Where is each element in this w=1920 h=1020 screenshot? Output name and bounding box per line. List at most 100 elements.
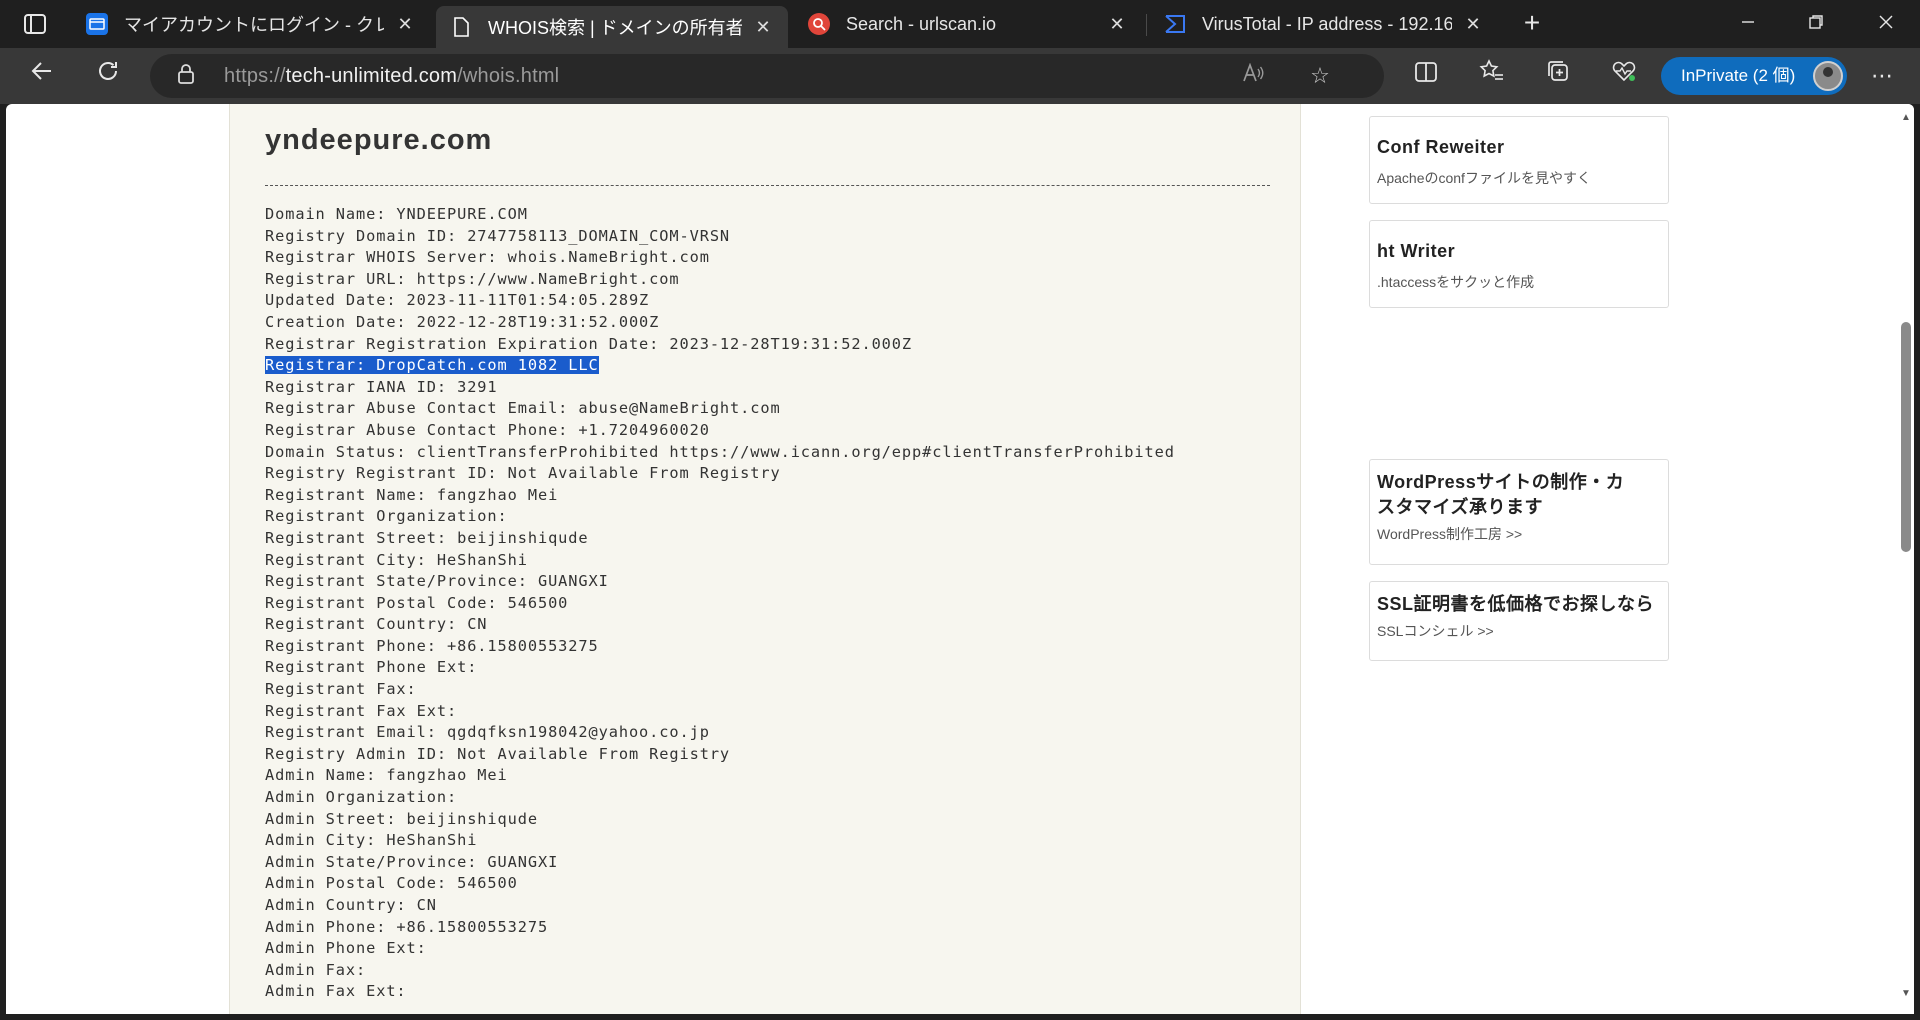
restore-icon[interactable]	[1796, 8, 1836, 40]
whois-line[interactable]: Domain Name: YNDEEPURE.COM	[265, 204, 1275, 226]
whois-line-text: Registrant Email: qgdqfksn198042@yahoo.c…	[265, 723, 710, 742]
whois-line-text: Registrant Phone Ext:	[265, 658, 478, 677]
whois-line-text: Admin City: HeShanShi	[265, 831, 478, 850]
tab-urlscan[interactable]: Search - urlscan.io ✕	[794, 6, 1142, 42]
sidebar-card-conf-reweiter[interactable]: Conf Reweiter Apacheのconfファイルを見やすく	[1369, 116, 1669, 204]
favorite-star-icon[interactable]: ☆	[1306, 62, 1334, 90]
whois-line[interactable]: Admin Organization:	[265, 787, 1275, 809]
split-screen-icon[interactable]	[1408, 58, 1444, 94]
card-title[interactable]: SSL証明書を低価格でお探しなら	[1377, 592, 1661, 617]
favorites-icon[interactable]	[1474, 58, 1510, 94]
whois-line-text: Domain Status: clientTransferProhibited …	[265, 442, 1175, 461]
back-icon[interactable]	[24, 58, 60, 94]
new-tab-icon[interactable]: +	[1516, 8, 1548, 40]
whois-line[interactable]: Updated Date: 2023-11-11T01:54:05.289Z	[265, 290, 1275, 312]
whois-line-text: Registrant Name: fangzhao Mei	[265, 485, 559, 504]
whois-line-text: Registrant Fax:	[265, 680, 417, 699]
url-text[interactable]: https://tech-unlimited.com/whois.html	[224, 65, 559, 88]
whois-line[interactable]: Registry Admin ID: Not Available From Re…	[265, 744, 1275, 766]
whois-line[interactable]: Admin Fax Ext:	[265, 981, 1275, 1003]
whois-line[interactable]: Registrant Email: qgdqfksn198042@yahoo.c…	[265, 722, 1275, 744]
inprivate-button[interactable]: InPrivate (2 個)	[1661, 57, 1847, 95]
tab-title: VirusTotal - IP address - 192.161.	[1202, 13, 1452, 34]
whois-line-text: Admin Phone: +86.15800553275	[265, 917, 549, 936]
tab-title: Search - urlscan.io	[846, 13, 997, 34]
read-aloud-icon[interactable]	[1240, 62, 1266, 89]
whois-line[interactable]: Admin Postal Code: 546500	[265, 873, 1275, 895]
tab-whois-search[interactable]: WHOIS検索 | ドメインの所有者情報 ✕	[436, 6, 788, 48]
page-title: yndeepure.com	[265, 124, 493, 156]
card-desc[interactable]: SSLコンシェル >>	[1377, 621, 1661, 641]
whois-line-text: Admin Street: beijinshiqude	[265, 809, 538, 828]
whois-line[interactable]: Registrant Street: beijinshiqude	[265, 528, 1275, 550]
whois-line-text: Registrant Country: CN	[265, 615, 488, 634]
whois-line[interactable]: Registrar WHOIS Server: whois.NameBright…	[265, 247, 1275, 269]
whois-line-text: Registrar URL: https://www.NameBright.co…	[265, 269, 680, 288]
whois-line[interactable]: Registry Domain ID: 2747758113_DOMAIN_CO…	[265, 226, 1275, 248]
whois-line[interactable]: Admin Phone Ext:	[265, 938, 1275, 960]
whois-line[interactable]: Registrant Phone: +86.15800553275	[265, 636, 1275, 658]
whois-line[interactable]: Domain Status: clientTransferProhibited …	[265, 442, 1275, 464]
tab-title: マイアカウントにログイン - クレジットカード	[124, 15, 384, 35]
window-close-icon[interactable]	[1866, 8, 1906, 40]
whois-line[interactable]: Admin City: HeShanShi	[265, 830, 1275, 852]
whois-line-text: Registrar Abuse Contact Phone: +1.720496…	[265, 420, 710, 439]
whois-line-selected[interactable]: Registrar: DropCatch.com 1082 LLC	[265, 355, 1275, 377]
whois-line[interactable]: Admin Street: beijinshiqude	[265, 809, 1275, 831]
whois-line[interactable]: Registrar Abuse Contact Phone: +1.720496…	[265, 420, 1275, 442]
scroll-up-icon[interactable]: ▲	[1900, 112, 1912, 124]
whois-line-text: Registrar WHOIS Server: whois.NameBright…	[265, 248, 710, 267]
refresh-icon[interactable]	[90, 58, 126, 94]
sidebar-card-ht-writer[interactable]: ht Writer .htaccessをサクッと作成	[1369, 220, 1669, 308]
whois-line[interactable]: Registrant Name: fangzhao Mei	[265, 485, 1275, 507]
vertical-scrollbar[interactable]: ▲ ▼	[1898, 104, 1914, 1014]
whois-line[interactable]: Admin Phone: +86.15800553275	[265, 917, 1275, 939]
whois-line[interactable]: Creation Date: 2022-12-28T19:31:52.000Z	[265, 312, 1275, 334]
whois-line[interactable]: Admin Name: fangzhao Mei	[265, 765, 1275, 787]
whois-line[interactable]: Admin State/Province: GUANGXI	[265, 852, 1275, 874]
lock-icon[interactable]	[174, 64, 198, 88]
close-icon[interactable]: ✕	[752, 17, 774, 38]
whois-line[interactable]: Registrar URL: https://www.NameBright.co…	[265, 269, 1275, 291]
whois-line[interactable]: Registrant Fax:	[265, 679, 1275, 701]
whois-line-text: Admin Organization:	[265, 788, 458, 807]
whois-line[interactable]: Registrant Country: CN	[265, 614, 1275, 636]
card-desc[interactable]: WordPress制作工房 >>	[1377, 524, 1661, 544]
tab-virustotal[interactable]: VirusTotal - IP address - 192.161. ✕	[1150, 6, 1498, 42]
whois-line-text: Registrant Organization:	[265, 507, 508, 526]
card-title[interactable]: WordPressサイトの制作・カスタマイズ承ります	[1377, 470, 1627, 520]
whois-line[interactable]: Registrant Phone Ext:	[265, 657, 1275, 679]
scroll-thumb[interactable]	[1901, 322, 1911, 552]
whois-line[interactable]: Registrant City: HeShanShi	[265, 550, 1275, 572]
whois-line[interactable]: Registrant Postal Code: 546500	[265, 593, 1275, 615]
whois-line[interactable]: Registrar Registration Expiration Date: …	[265, 334, 1275, 356]
address-bar[interactable]: https://tech-unlimited.com/whois.html ☆	[150, 54, 1384, 98]
url-host: tech-unlimited.com	[285, 65, 458, 87]
whois-line-text: Admin State/Province: GUANGXI	[265, 852, 559, 871]
card-title[interactable]: ht Writer	[1377, 239, 1661, 264]
whois-line[interactable]: Registry Registrant ID: Not Available Fr…	[265, 463, 1275, 485]
whois-line[interactable]: Admin Fax:	[265, 960, 1275, 982]
whois-line[interactable]: Registrar IANA ID: 3291	[265, 377, 1275, 399]
browser-essentials-icon[interactable]	[1606, 58, 1642, 94]
more-options-icon[interactable]: ⋯	[1864, 58, 1900, 94]
whois-line[interactable]: Registrar Abuse Contact Email: abuse@Nam…	[265, 398, 1275, 420]
document-icon	[450, 16, 472, 38]
card-title[interactable]: Conf Reweiter	[1377, 135, 1661, 160]
whois-line[interactable]: Registrant Organization:	[265, 506, 1275, 528]
tab-actions-icon[interactable]	[16, 10, 54, 38]
collections-icon[interactable]	[1540, 58, 1576, 94]
whois-line[interactable]: Admin Country: CN	[265, 895, 1275, 917]
close-icon[interactable]: ✕	[1106, 14, 1128, 35]
whois-line[interactable]: Registrant State/Province: GUANGXI	[265, 571, 1275, 593]
whois-line[interactable]: Registrant Fax Ext:	[265, 701, 1275, 723]
sidebar-card-wordpress[interactable]: WordPressサイトの制作・カスタマイズ承ります WordPress制作工房…	[1369, 459, 1669, 565]
minimize-icon[interactable]	[1728, 8, 1768, 40]
close-icon[interactable]: ✕	[1462, 14, 1484, 35]
close-icon[interactable]: ✕	[394, 14, 416, 35]
sidebar-card-ssl[interactable]: SSL証明書を低価格でお探しなら SSLコンシェル >>	[1369, 581, 1669, 661]
tab-credit-card-login[interactable]: マイアカウントにログイン - クレジットカード ✕	[72, 6, 430, 42]
scroll-down-icon[interactable]: ▼	[1900, 988, 1912, 1000]
whois-record[interactable]: Domain Name: YNDEEPURE.COM Registry Domai…	[265, 204, 1275, 1003]
whois-line-text: Admin Name: fangzhao Mei	[265, 766, 508, 785]
